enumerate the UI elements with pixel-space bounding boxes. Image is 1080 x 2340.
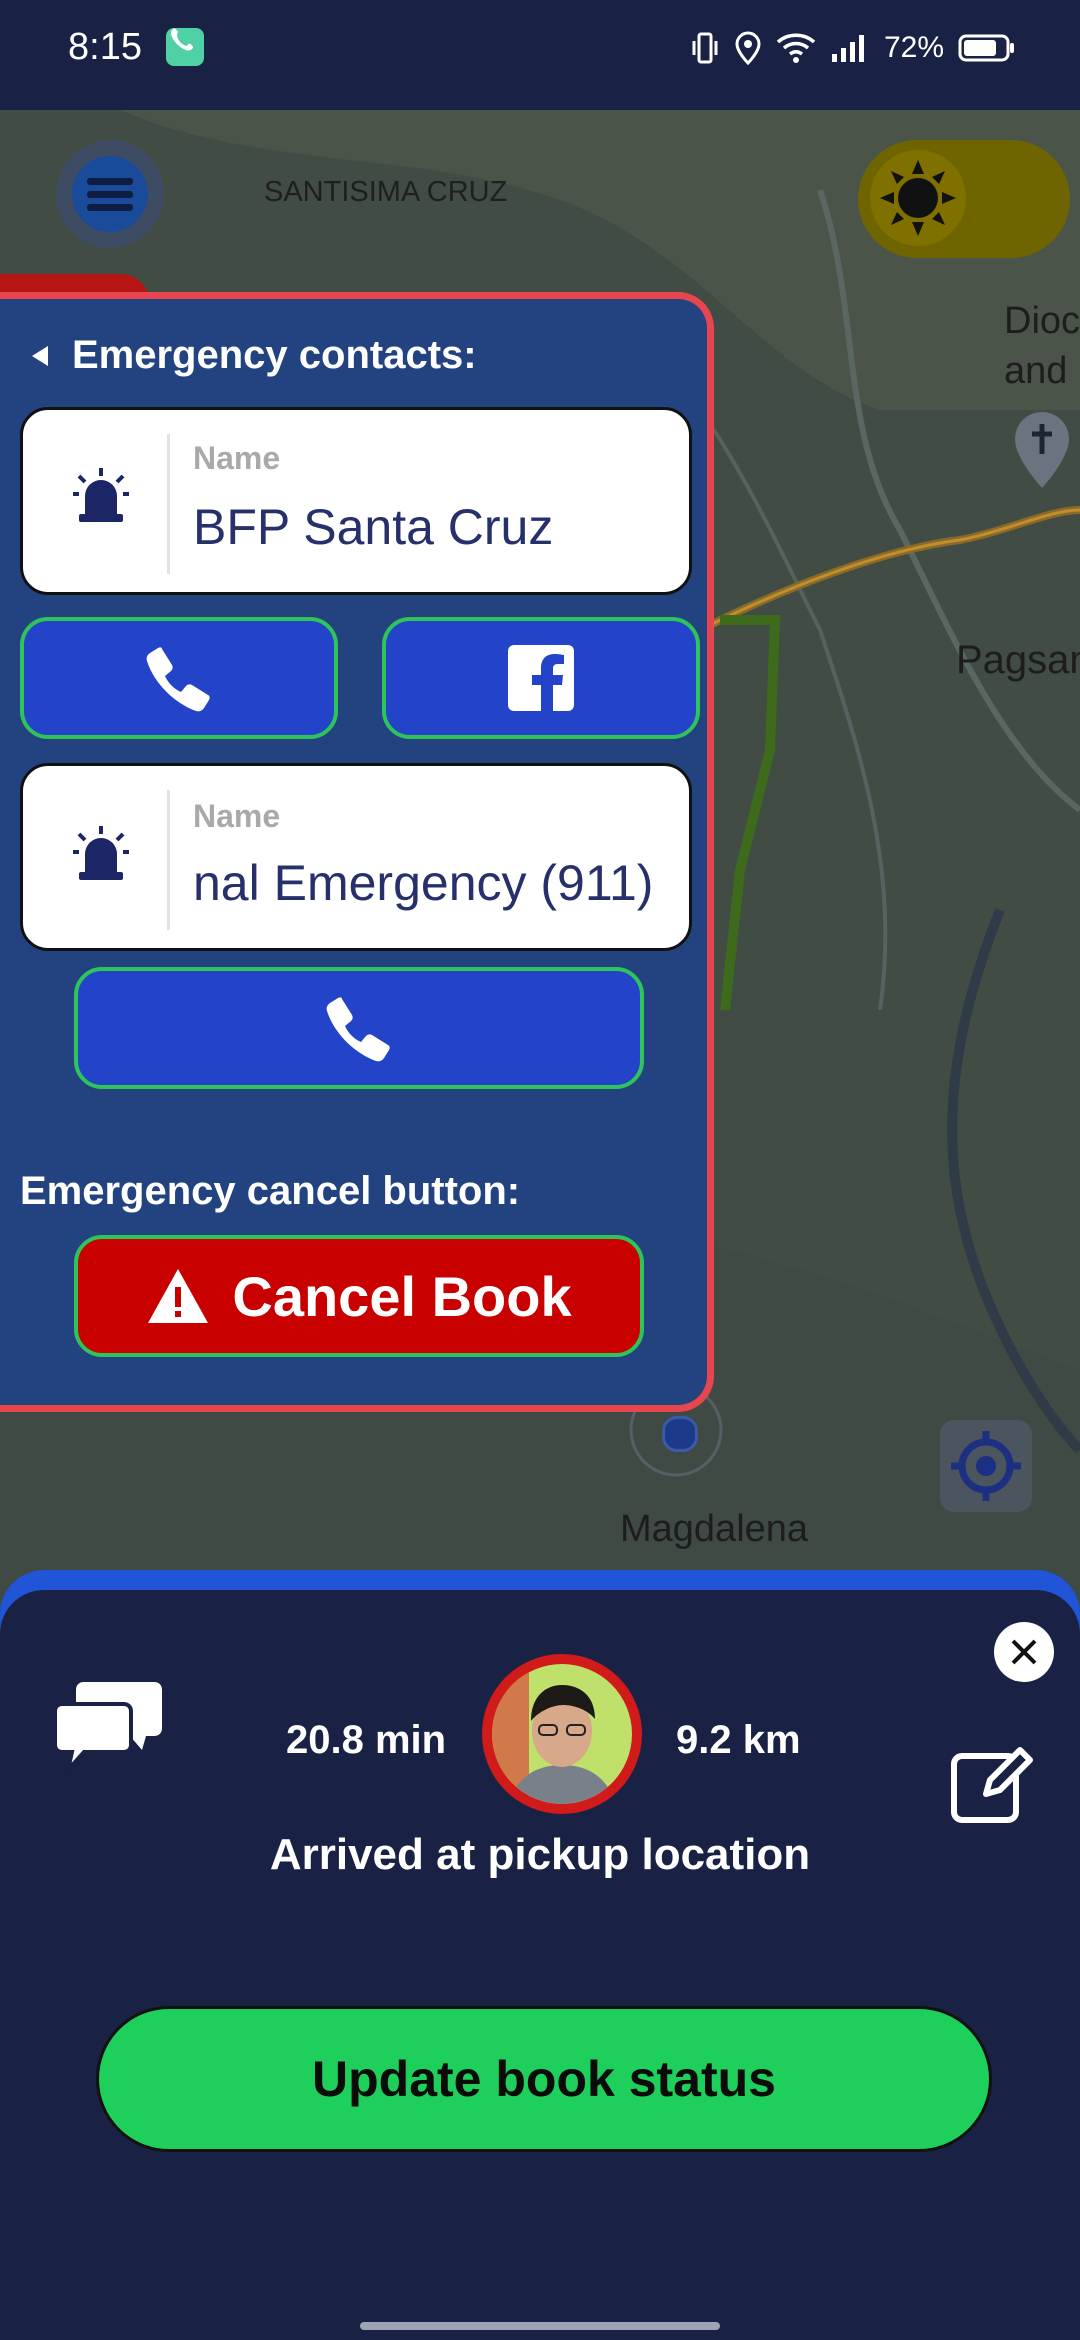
battery-icon	[958, 34, 1014, 62]
contact-card-2: Name nal Emergency (911)	[20, 763, 692, 951]
contact-name-label: Name	[193, 798, 281, 834]
map-label-santisima-cruz: SANTISIMA CRUZ	[264, 176, 508, 208]
trip-status: Arrived at pickup location	[269, 1830, 811, 1879]
battery-percent: 72%	[883, 31, 944, 64]
map-label-and: and	[1004, 350, 1068, 392]
cancel-book-button[interactable]: Cancel Book	[74, 1235, 644, 1357]
home-indicator[interactable]	[360, 2322, 720, 2330]
phone-call-icon	[166, 28, 204, 66]
crosshair-icon	[951, 1431, 1021, 1501]
close-button[interactable]	[994, 1622, 1054, 1682]
contact-card-1: Name BFP Santa Cruz	[20, 407, 692, 595]
phone-icon	[326, 997, 390, 1062]
trip-distance: 9.2 km	[676, 1718, 801, 1762]
facebook-button[interactable]	[382, 617, 700, 739]
contact-name-label: Name	[193, 440, 281, 476]
theme-toggle[interactable]	[858, 140, 1070, 258]
emergency-panel: Emergency contacts: Name BFP Santa Cruz …	[0, 292, 714, 1412]
menu-button[interactable]	[56, 140, 164, 248]
call-button-2[interactable]	[74, 967, 644, 1089]
map-label-pagsan: Pagsan	[956, 638, 1080, 682]
siren-icon	[73, 824, 129, 889]
emergency-contacts-title: Emergency contacts:	[72, 333, 477, 377]
vibrate-icon	[692, 32, 718, 64]
siren-icon	[73, 466, 129, 531]
close-icon	[1011, 1639, 1037, 1665]
phone-icon	[146, 647, 210, 712]
church-pin-icon	[1012, 410, 1072, 495]
status-time: 8:15	[68, 26, 142, 68]
cancel-book-label: Cancel Book	[232, 1264, 572, 1328]
avatar-photo	[492, 1664, 632, 1804]
signal-icon	[831, 35, 864, 62]
chat-icon	[53, 1682, 162, 1778]
location-icon	[735, 31, 761, 65]
card-divider	[167, 434, 170, 574]
wifi-icon	[776, 33, 816, 63]
update-book-status-label: Update book status	[312, 2051, 776, 2107]
edit-icon	[951, 1747, 1033, 1823]
edit-button[interactable]	[950, 1742, 1034, 1831]
trip-duration: 20.8 min	[286, 1718, 447, 1762]
contact-name: BFP Santa Cruz	[193, 499, 554, 555]
sun-icon	[870, 150, 966, 246]
status-icons: 72%	[690, 28, 1016, 68]
map-label-magdalena: Magdalena	[620, 1508, 809, 1550]
menu-icon	[72, 156, 148, 232]
driver-avatar[interactable]	[482, 1654, 642, 1814]
status-bar: 8:15 72%	[0, 0, 1080, 110]
bottom-sheet: 20.8 min 9.2 km Arrived at pickup locati…	[0, 1590, 1080, 2340]
warning-icon	[148, 1269, 209, 1323]
card-divider	[167, 790, 170, 930]
contact-name: nal Emergency (911)	[193, 855, 654, 911]
update-book-status-button[interactable]: Update book status	[96, 2006, 992, 2152]
emergency-contacts-header[interactable]: Emergency contacts:	[30, 333, 477, 378]
collapse-arrow-icon	[32, 345, 48, 366]
recenter-button[interactable]	[940, 1420, 1032, 1512]
map-label-dioc: Dioc	[1004, 300, 1080, 342]
current-location-dot	[662, 1416, 698, 1452]
facebook-icon	[508, 645, 574, 711]
emergency-cancel-title: Emergency cancel button:	[20, 1169, 521, 1213]
chat-button[interactable]	[53, 1674, 164, 1779]
call-button-1[interactable]	[20, 617, 338, 739]
